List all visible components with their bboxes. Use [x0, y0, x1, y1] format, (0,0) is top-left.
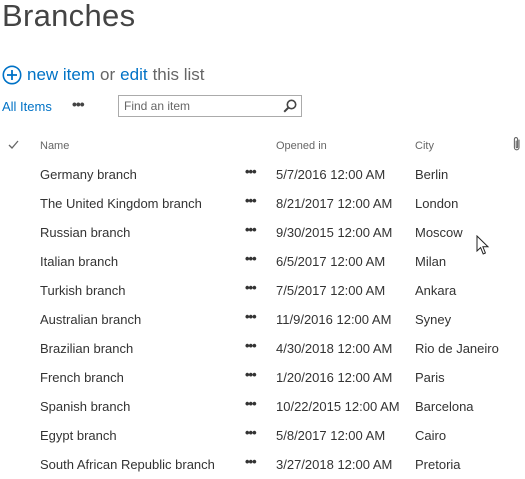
edit-list-link[interactable]: edit	[120, 65, 147, 85]
table-row[interactable]: Brazilian branch ••• 4/30/2018 12:00 AM Rio…	[0, 334, 525, 363]
row-menu-button[interactable]: •••	[245, 193, 257, 208]
row-opened-in-cell: 11/9/2016 12:00 AM	[276, 312, 392, 327]
row-opened-in-cell: 8/21/2017 12:00 AM	[276, 196, 393, 211]
row-name-cell[interactable]: French branch	[40, 370, 124, 385]
search-icon[interactable]	[283, 99, 297, 113]
row-opened-in-cell: 4/30/2018 12:00 AM	[276, 341, 393, 356]
table-row[interactable]: Turkish branch ••• 7/5/2017 12:00 AM Ankara	[0, 276, 525, 305]
row-city-cell: Syney	[415, 312, 452, 327]
row-menu-button[interactable]: •••	[245, 222, 257, 237]
row-name-cell[interactable]: Brazilian branch	[40, 341, 133, 356]
row-name-cell[interactable]: South African Republic branch	[40, 457, 215, 472]
row-name-cell[interactable]: Turkish branch	[40, 283, 126, 298]
table-row[interactable]: Egypt branch ••• 5/8/2017 12:00 AM Cairo	[0, 421, 525, 450]
row-name-cell[interactable]: Spanish branch	[40, 399, 130, 414]
row-city-cell: Cairo	[415, 428, 447, 443]
plus-circle-icon[interactable]	[2, 65, 22, 85]
table-row[interactable]: Russian branch ••• 9/30/2015 12:00 AM Mosco…	[0, 218, 525, 247]
table-row[interactable]: Spanish branch ••• 10/22/2015 12:00 AM Barc…	[0, 392, 525, 421]
table-row[interactable]: Germany branch ••• 5/7/2016 12:00 AM Berlin	[0, 160, 525, 189]
table-row[interactable]: Italian branch ••• 6/5/2017 12:00 AM Milan	[0, 247, 525, 276]
row-opened-in-cell: 3/27/2018 12:00 AM	[276, 457, 393, 472]
row-opened-in-cell: 5/7/2016 12:00 AM	[276, 167, 386, 182]
table-row[interactable]: South African Republic branch ••• 3/27/201…	[0, 450, 525, 479]
row-menu-button[interactable]: •••	[245, 164, 257, 179]
row-name-cell[interactable]: Germany branch	[40, 167, 137, 182]
row-menu-button[interactable]: •••	[245, 425, 257, 440]
mouse-cursor-icon	[476, 234, 490, 256]
row-menu-button[interactable]: •••	[245, 396, 257, 411]
table-row[interactable]: The United Kingdom branch ••• 8/21/2017 12…	[0, 189, 525, 218]
row-name-cell[interactable]: The United Kingdom branch	[40, 196, 202, 211]
row-city-cell: Rio de Janeiro	[415, 341, 499, 356]
list-body: Germany branch ••• 5/7/2016 12:00 AM Berlin…	[0, 160, 525, 479]
row-menu-button[interactable]: •••	[245, 309, 257, 324]
row-opened-in-cell: 1/20/2016 12:00 AM	[276, 370, 393, 385]
row-opened-in-cell: 6/5/2017 12:00 AM	[276, 254, 386, 269]
row-city-cell: Paris	[415, 370, 445, 385]
table-row[interactable]: Australian branch ••• 11/9/2016 12:00 AM Sy…	[0, 305, 525, 334]
new-item-link[interactable]: new item	[27, 65, 95, 85]
column-header-name[interactable]: Name	[40, 140, 69, 152]
row-city-cell: London	[415, 196, 459, 211]
row-name-cell[interactable]: Egypt branch	[40, 428, 117, 443]
search-input[interactable]	[119, 96, 284, 116]
row-name-cell[interactable]: Russian branch	[40, 225, 130, 240]
this-list-text: this list	[152, 65, 205, 84]
row-city-cell: Berlin	[415, 167, 449, 182]
view-more-button[interactable]: •••	[72, 96, 85, 112]
select-all-check-icon[interactable]	[8, 140, 19, 150]
row-menu-button[interactable]: •••	[245, 338, 257, 353]
column-header-opened-in[interactable]: Opened in	[276, 140, 327, 152]
or-text: or	[100, 65, 116, 84]
row-city-cell: Pretoria	[415, 457, 461, 472]
row-name-cell[interactable]: Italian branch	[40, 254, 118, 269]
row-menu-button[interactable]: •••	[245, 251, 257, 266]
row-menu-button[interactable]: •••	[245, 454, 257, 469]
search-box	[118, 95, 302, 117]
row-city-cell: Milan	[415, 254, 447, 269]
new-item-bar: new item or edit this list	[2, 64, 205, 86]
row-opened-in-cell: 9/30/2015 12:00 AM	[276, 225, 393, 240]
row-city-cell: Barcelona	[415, 399, 474, 414]
row-opened-in-cell: 5/8/2017 12:00 AM	[276, 428, 386, 443]
table-row[interactable]: French branch ••• 1/20/2016 12:00 AM Paris	[0, 363, 525, 392]
view-all-items[interactable]: All Items	[2, 99, 52, 114]
page-title: Branches	[2, 0, 136, 33]
row-menu-button[interactable]: •••	[245, 367, 257, 382]
column-header-city[interactable]: City	[415, 140, 434, 152]
row-city-cell: Moscow	[415, 225, 463, 240]
row-opened-in-cell: 7/5/2017 12:00 AM	[276, 283, 386, 298]
list-header: Name Opened in City	[0, 136, 525, 156]
row-menu-button[interactable]: •••	[245, 280, 257, 295]
row-city-cell: Ankara	[415, 283, 457, 298]
row-opened-in-cell: 10/22/2015 12:00 AM	[276, 399, 400, 414]
attachment-paperclip-icon	[511, 136, 523, 152]
row-name-cell[interactable]: Australian branch	[40, 312, 141, 327]
